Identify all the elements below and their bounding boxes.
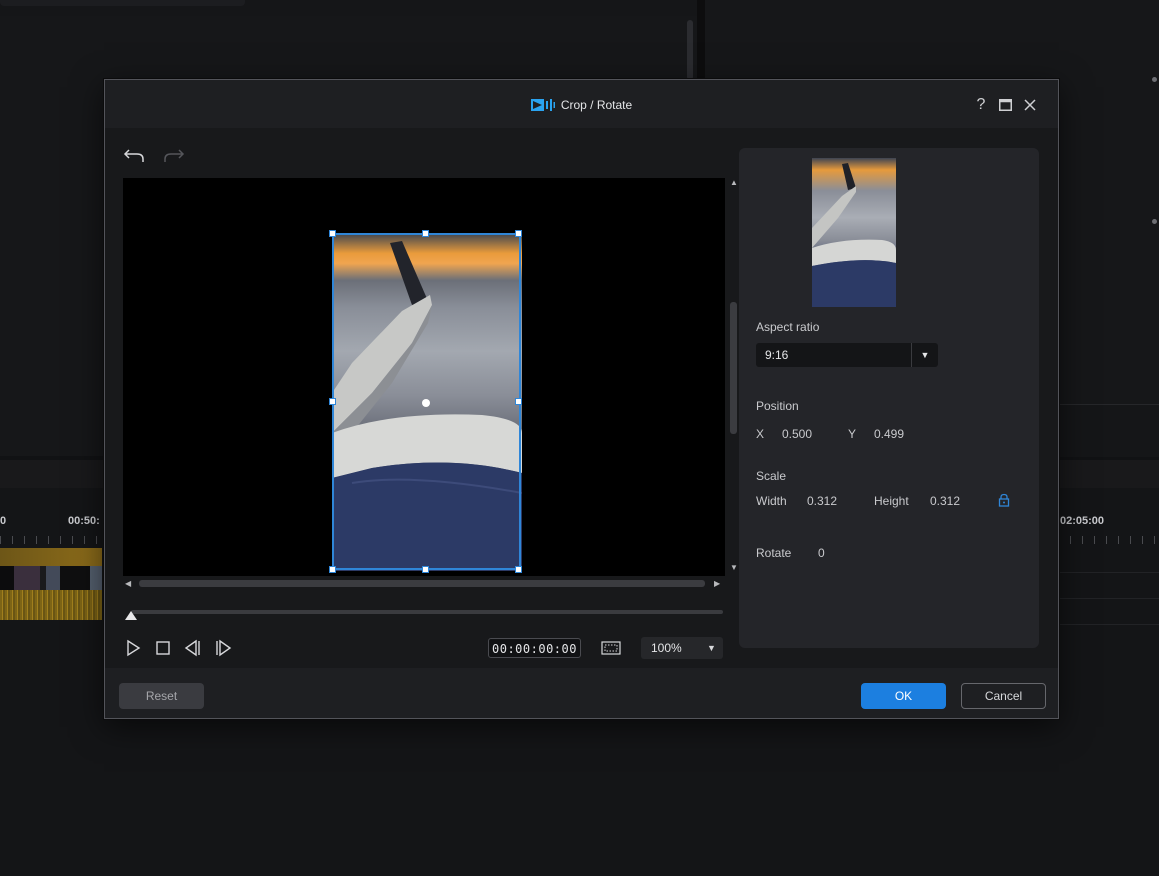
scroll-right-arrow[interactable]: ▶ bbox=[714, 579, 720, 588]
ruler-label: 00:50: bbox=[68, 515, 100, 527]
timecode-display[interactable]: 00:00:00:00 bbox=[488, 638, 581, 658]
horizontal-scroll-thumb[interactable] bbox=[139, 580, 705, 587]
scroll-down-arrow[interactable]: ▼ bbox=[730, 563, 738, 572]
crop-handle-bottom-right[interactable] bbox=[515, 566, 522, 573]
track-row bbox=[1058, 546, 1159, 573]
vertical-scroll-thumb[interactable] bbox=[730, 302, 737, 434]
width-label: Width bbox=[756, 494, 787, 508]
panel-handle-dot[interactable] bbox=[1152, 77, 1157, 82]
video-clip-thumbnails[interactable] bbox=[0, 566, 102, 590]
crop-rotate-dialog: Crop / Rotate ? ▲ ▼ ◀ ▶ 00:00:00:00 100%… bbox=[104, 79, 1059, 719]
crop-handle-bottom-left[interactable] bbox=[329, 566, 336, 573]
crop-handle-bottom[interactable] bbox=[422, 566, 429, 573]
previous-frame-icon[interactable] bbox=[183, 638, 203, 658]
dialog-title: Crop / Rotate bbox=[105, 95, 1058, 115]
aspect-ratio-value: 9:16 bbox=[765, 348, 789, 362]
crop-handle-top[interactable] bbox=[422, 230, 429, 237]
video-clip[interactable] bbox=[0, 548, 102, 568]
preview-horizontal-scrollbar[interactable]: ◀ ▶ bbox=[123, 578, 727, 590]
app-logo-icon bbox=[530, 99, 555, 111]
reset-button[interactable]: Reset bbox=[119, 683, 204, 709]
crop-thumbnail bbox=[812, 158, 896, 307]
aspect-ratio-select[interactable]: 9:16 ▼ bbox=[756, 343, 938, 367]
redo-icon[interactable] bbox=[163, 147, 185, 165]
zoom-value: 100% bbox=[651, 641, 682, 655]
ok-button[interactable]: OK bbox=[861, 683, 946, 709]
lock-icon[interactable] bbox=[997, 493, 1011, 507]
ruler-ticks bbox=[1058, 536, 1159, 544]
thumbnail-image bbox=[812, 163, 896, 307]
crop-handle-top-right[interactable] bbox=[515, 230, 522, 237]
rotate-label: Rotate bbox=[756, 546, 792, 560]
play-icon[interactable] bbox=[123, 638, 143, 658]
next-frame-icon[interactable] bbox=[213, 638, 233, 658]
scroll-up-arrow[interactable]: ▲ bbox=[730, 178, 738, 187]
crop-settings-panel: Aspect ratio 9:16 ▼ Position X 0.500 Y 0… bbox=[739, 148, 1039, 648]
crop-handle-top-left[interactable] bbox=[329, 230, 336, 237]
close-icon[interactable] bbox=[1020, 95, 1040, 115]
scale-label: Scale bbox=[756, 469, 787, 483]
stop-icon[interactable] bbox=[153, 638, 173, 658]
ruler-label: 02:05:00 bbox=[1060, 515, 1105, 527]
crop-frame[interactable] bbox=[329, 230, 522, 573]
cancel-button[interactable]: Cancel bbox=[961, 683, 1046, 709]
chevron-down-icon: ▼ bbox=[920, 350, 930, 360]
audio-clip-waveform[interactable] bbox=[0, 590, 102, 620]
width-value-field[interactable]: 0.312 bbox=[807, 494, 837, 508]
ruler-ticks bbox=[0, 536, 104, 544]
track-row bbox=[1058, 598, 1159, 625]
maximize-icon[interactable] bbox=[995, 95, 1015, 115]
position-label: Position bbox=[756, 399, 799, 413]
height-value-field[interactable]: 0.312 bbox=[930, 494, 960, 508]
seek-bar[interactable] bbox=[131, 610, 723, 614]
zoom-select[interactable]: 100% ▼ bbox=[641, 637, 723, 659]
help-icon[interactable]: ? bbox=[971, 95, 991, 115]
x-value-field[interactable]: 0.500 bbox=[782, 427, 812, 441]
crop-center-handle[interactable] bbox=[422, 399, 430, 407]
seek-slider-knob[interactable] bbox=[125, 611, 137, 620]
app-tab bbox=[0, 0, 245, 6]
media-panel-scrollbar[interactable] bbox=[687, 20, 693, 80]
y-label: Y bbox=[848, 427, 857, 441]
preview-controls-strip bbox=[1056, 404, 1159, 457]
y-value-field[interactable]: 0.499 bbox=[874, 427, 904, 441]
x-label: X bbox=[756, 427, 765, 441]
scroll-left-arrow[interactable]: ◀ bbox=[125, 579, 131, 588]
panel-handle-dot[interactable] bbox=[1152, 219, 1157, 224]
rotate-value-field[interactable]: 0 bbox=[818, 546, 825, 560]
safe-zone-icon[interactable] bbox=[601, 640, 621, 656]
crop-handle-left[interactable] bbox=[329, 398, 336, 405]
height-label: Height bbox=[874, 494, 909, 508]
dialog-title-text: Crop / Rotate bbox=[560, 98, 633, 112]
track-row bbox=[1058, 572, 1159, 599]
crop-handle-right[interactable] bbox=[515, 398, 522, 405]
chevron-down-icon: ▼ bbox=[707, 643, 716, 653]
ruler-label: 0 bbox=[0, 515, 7, 527]
aspect-ratio-label: Aspect ratio bbox=[756, 320, 820, 334]
undo-icon[interactable] bbox=[123, 147, 145, 165]
